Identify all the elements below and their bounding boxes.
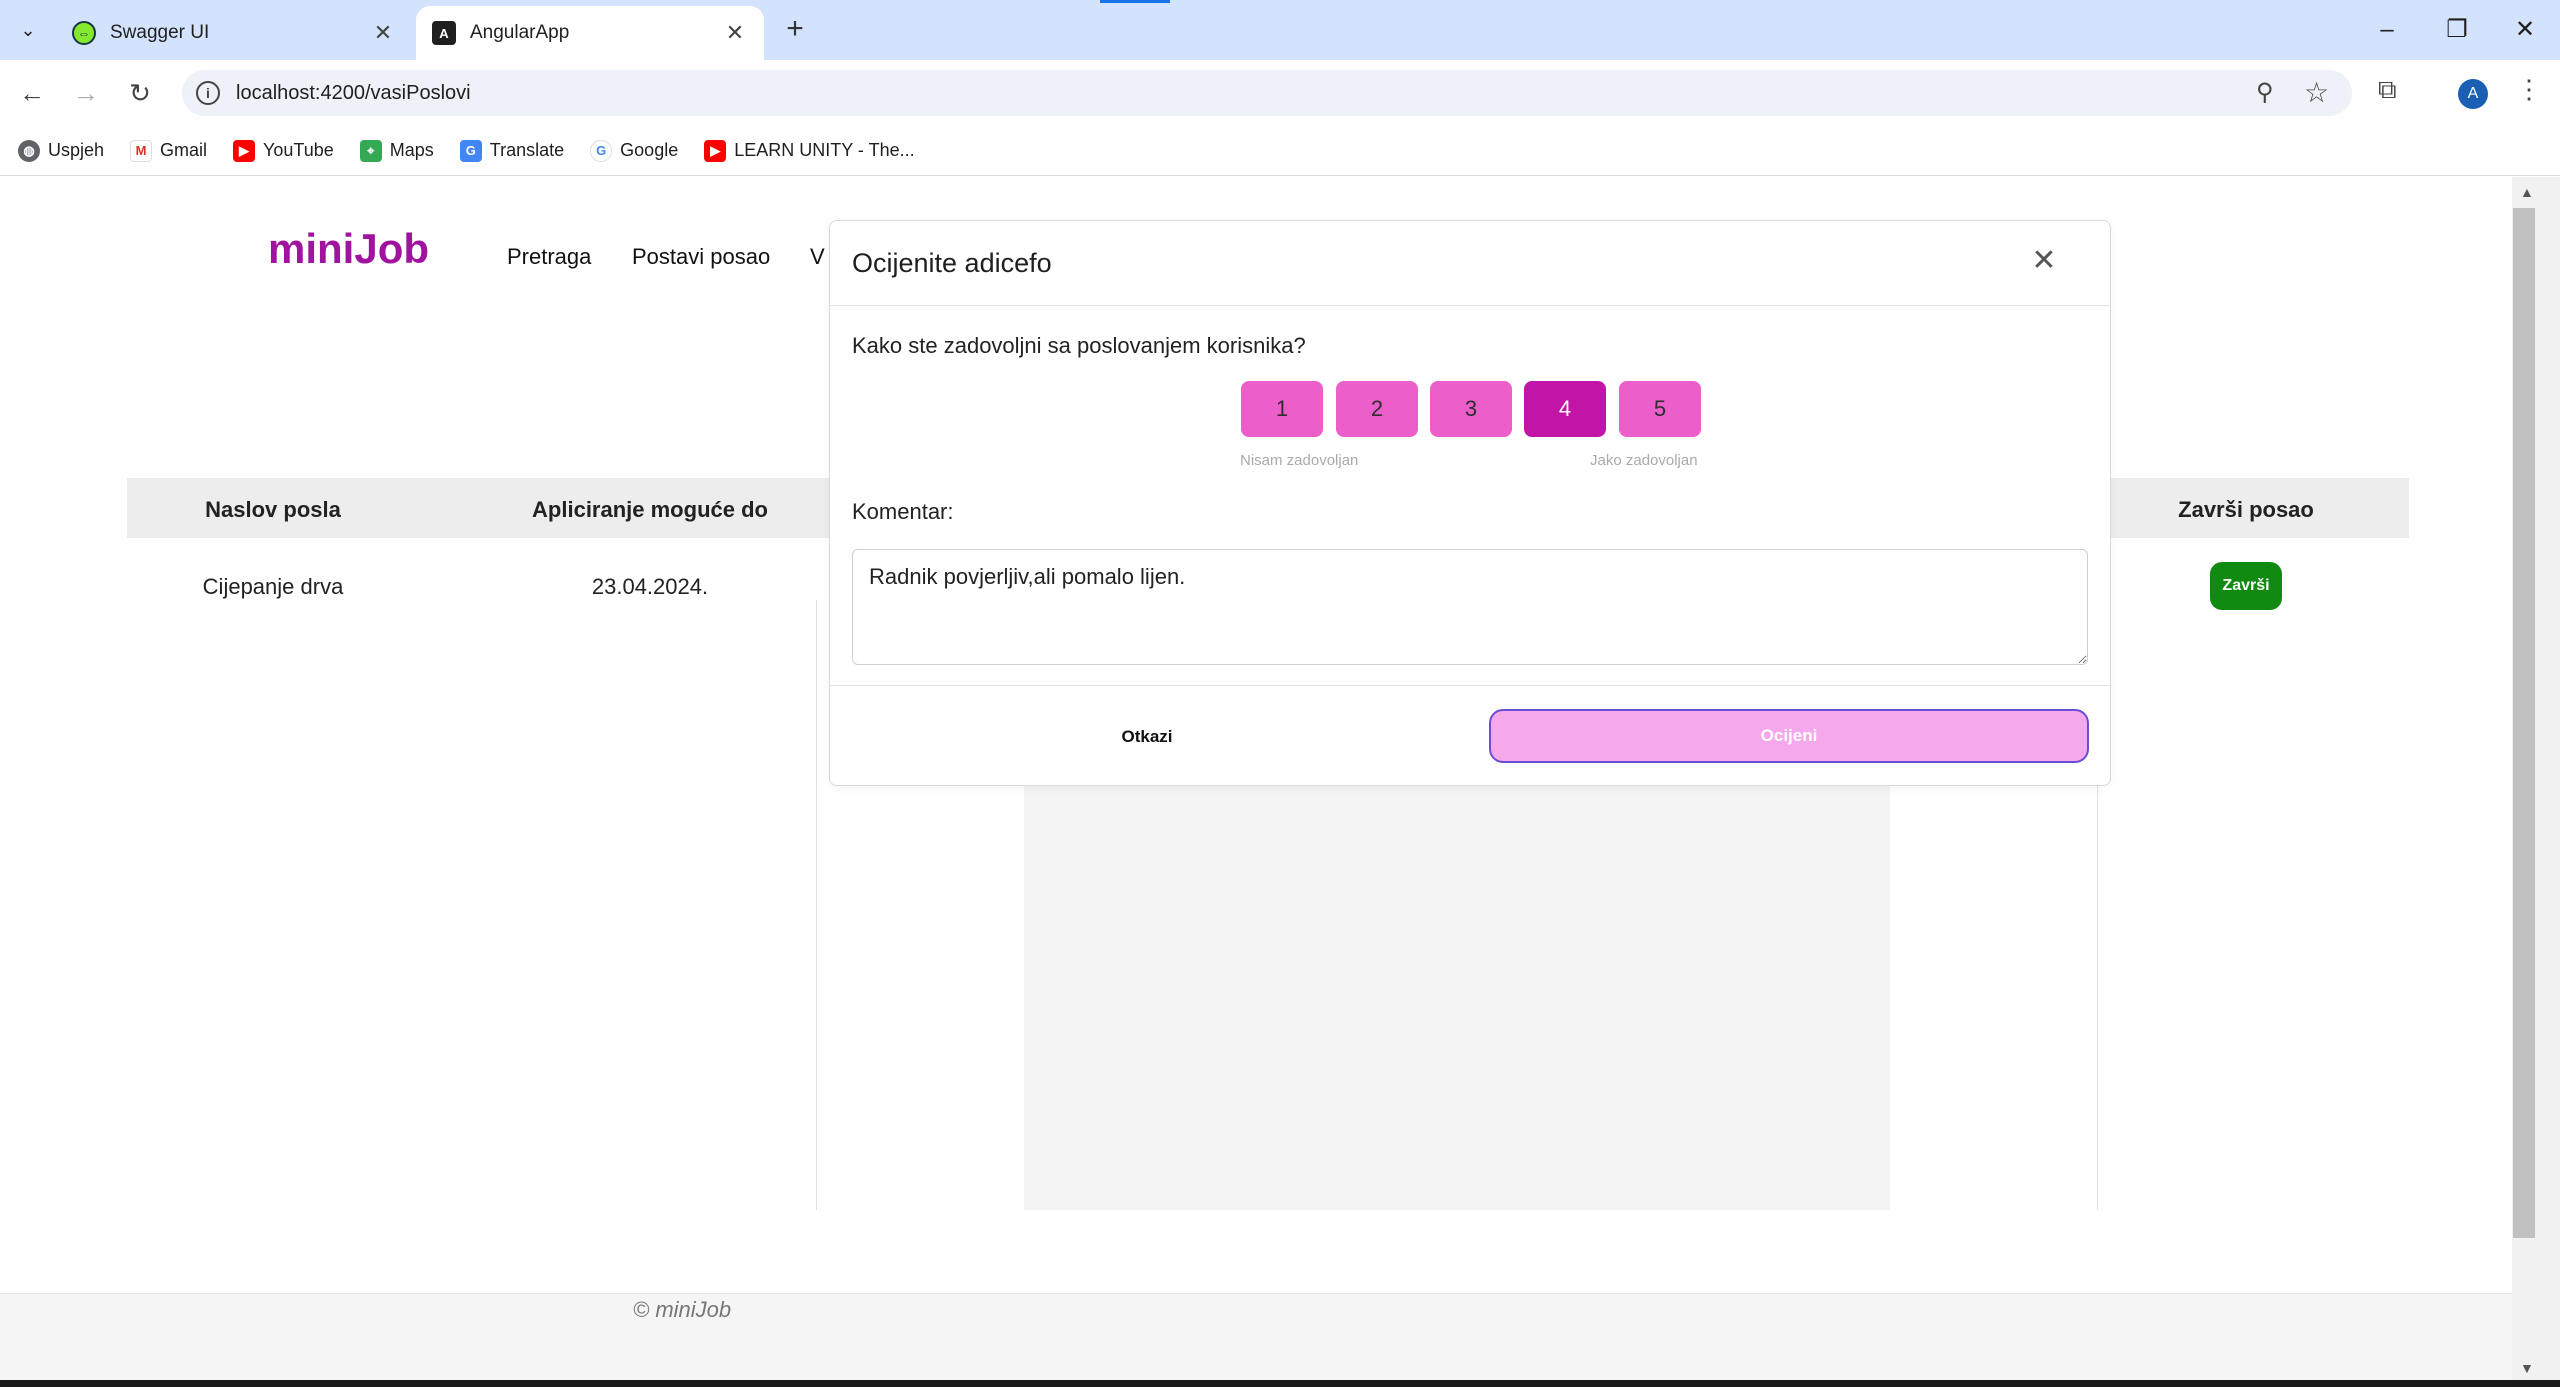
- minimize-icon[interactable]: –: [2362, 10, 2412, 50]
- scroll-up-icon[interactable]: ▲: [2520, 184, 2534, 200]
- modal-title: Ocijenite adicefo: [852, 248, 1052, 278]
- site-info-icon[interactable]: i: [196, 81, 220, 105]
- scroll-down-icon[interactable]: ▼: [2520, 1360, 2534, 1376]
- column-header-zavrsi: Završi posao: [2178, 497, 2314, 522]
- comment-textarea[interactable]: Radnik povjerljiv,ali pomalo lijen.: [852, 549, 2088, 665]
- cell-job-title: Cijepanje drva: [202, 574, 344, 599]
- swagger-icon: ⇔: [72, 21, 96, 45]
- profile-avatar[interactable]: A: [2458, 79, 2488, 109]
- bookmark-gmail[interactable]: M Gmail: [130, 139, 208, 162]
- rating-button-2[interactable]: 2: [1336, 381, 1418, 437]
- nav-postavi-posao[interactable]: Postavi posao: [632, 244, 770, 270]
- nav-pretraga[interactable]: Pretraga: [507, 244, 591, 270]
- rating-button-1[interactable]: 1: [1241, 381, 1323, 437]
- nav-vasi-poslovi[interactable]: V: [810, 244, 825, 270]
- page-footer: [0, 1293, 2512, 1380]
- cancel-button[interactable]: Otkazi: [852, 711, 1442, 763]
- angular-icon: A: [432, 21, 456, 45]
- restore-icon[interactable]: ❐: [2432, 10, 2482, 50]
- close-icon[interactable]: ✕: [2026, 243, 2062, 279]
- bookmark-youtube[interactable]: ▶ YouTube: [233, 139, 334, 162]
- bookmark-label: Translate: [489, 140, 565, 160]
- forward-icon[interactable]: →: [66, 73, 106, 113]
- back-icon[interactable]: ←: [12, 73, 52, 113]
- tab-title: AngularApp: [470, 22, 570, 43]
- url-text[interactable]: localhost:4200/vasiPoslovi: [236, 82, 471, 105]
- bookmark-label: Uspjeh: [48, 140, 105, 160]
- bookmark-label: YouTube: [263, 140, 334, 160]
- modal-footer-divider: [830, 685, 2110, 686]
- scale-low-label: Nisam zadovoljan: [1240, 452, 1359, 469]
- zoom-icon[interactable]: ⚲: [2256, 78, 2274, 107]
- tab-search-chevron-icon[interactable]: ⌄: [12, 14, 44, 46]
- bookmark-google[interactable]: G Google: [590, 139, 679, 162]
- bookmark-label: Gmail: [160, 140, 208, 160]
- extensions-icon[interactable]: ⧉: [2378, 74, 2397, 106]
- bookmark-label: Maps: [389, 140, 434, 160]
- footer-copyright: © miniJob: [633, 1297, 732, 1322]
- google-icon: G: [590, 139, 613, 162]
- tab-swagger[interactable]: ⇔ Swagger UI ✕: [56, 6, 412, 60]
- bookmark-translate[interactable]: G Translate: [459, 139, 565, 162]
- scrollbar-thumb[interactable]: [2513, 208, 2535, 1238]
- rating-button-3[interactable]: 3: [1430, 381, 1512, 437]
- tab-title: Swagger UI: [110, 22, 210, 43]
- modal-header: Ocijenite adicefo ✕: [830, 221, 2110, 306]
- gmail-icon: M: [130, 139, 153, 162]
- address-bar[interactable]: i localhost:4200/vasiPoslovi ⚲ ☆: [182, 70, 2352, 116]
- tab-angularapp[interactable]: A AngularApp ✕: [416, 6, 764, 60]
- taskbar-edge: [0, 1380, 2560, 1387]
- bookmark-label: Google: [620, 140, 679, 160]
- submit-rating-button[interactable]: Ocijeni: [1489, 709, 2089, 763]
- browser-tab-bar: ⌄ ⇔ Swagger UI ✕ A AngularApp ✕ + – ❐ ✕: [0, 0, 2560, 60]
- column-header-naslov: Naslov posla: [205, 497, 341, 522]
- rating-modal: Ocijenite adicefo ✕ Kako ste zadovoljni …: [829, 220, 2111, 786]
- bookmark-maps[interactable]: ⌖ Maps: [359, 139, 434, 162]
- bookmark-label: LEARN UNITY - The...: [734, 140, 915, 160]
- youtube-icon: ▶: [233, 139, 256, 162]
- rating-button-5[interactable]: 5: [1619, 381, 1701, 437]
- zavrsi-button[interactable]: Završi: [2210, 562, 2282, 610]
- window-close-icon[interactable]: ✕: [2500, 10, 2550, 50]
- bookmark-uspjeh[interactable]: ◍ Uspjeh: [18, 139, 105, 162]
- more-menu-icon[interactable]: ⋮: [2516, 74, 2542, 105]
- column-header-apliciranje: Apliciranje moguće do: [532, 497, 768, 522]
- comment-label: Komentar:: [852, 499, 954, 524]
- scale-high-label: Jako zadovoljan: [1590, 452, 1698, 469]
- globe-icon: ◍: [18, 139, 40, 162]
- close-icon[interactable]: ✕: [370, 20, 396, 46]
- app-logo[interactable]: miniJob: [268, 225, 429, 273]
- rating-question: Kako ste zadovoljni sa poslovanjem koris…: [852, 333, 1306, 358]
- youtube-icon: ▶: [704, 139, 727, 162]
- bookmarks-bar: ◍ Uspjeh M Gmail ▶ YouTube ⌖ Maps G Tran…: [0, 126, 2560, 176]
- rating-button-4[interactable]: 4: [1524, 381, 1606, 437]
- translate-icon: G: [459, 139, 482, 162]
- maps-icon: ⌖: [359, 139, 382, 162]
- new-tab-button[interactable]: +: [778, 12, 812, 46]
- close-icon[interactable]: ✕: [722, 20, 748, 46]
- loading-indicator: [1100, 0, 1170, 3]
- browser-toolbar: ← → ↻ i localhost:4200/vasiPoslovi ⚲ ☆ ⧉…: [0, 60, 2560, 126]
- bookmark-learn-unity[interactable]: ▶ LEARN UNITY - The...: [704, 139, 915, 162]
- bookmark-star-icon[interactable]: ☆: [2304, 76, 2329, 109]
- cell-deadline: 23.04.2024.: [591, 574, 709, 599]
- reload-icon[interactable]: ↻: [120, 73, 160, 113]
